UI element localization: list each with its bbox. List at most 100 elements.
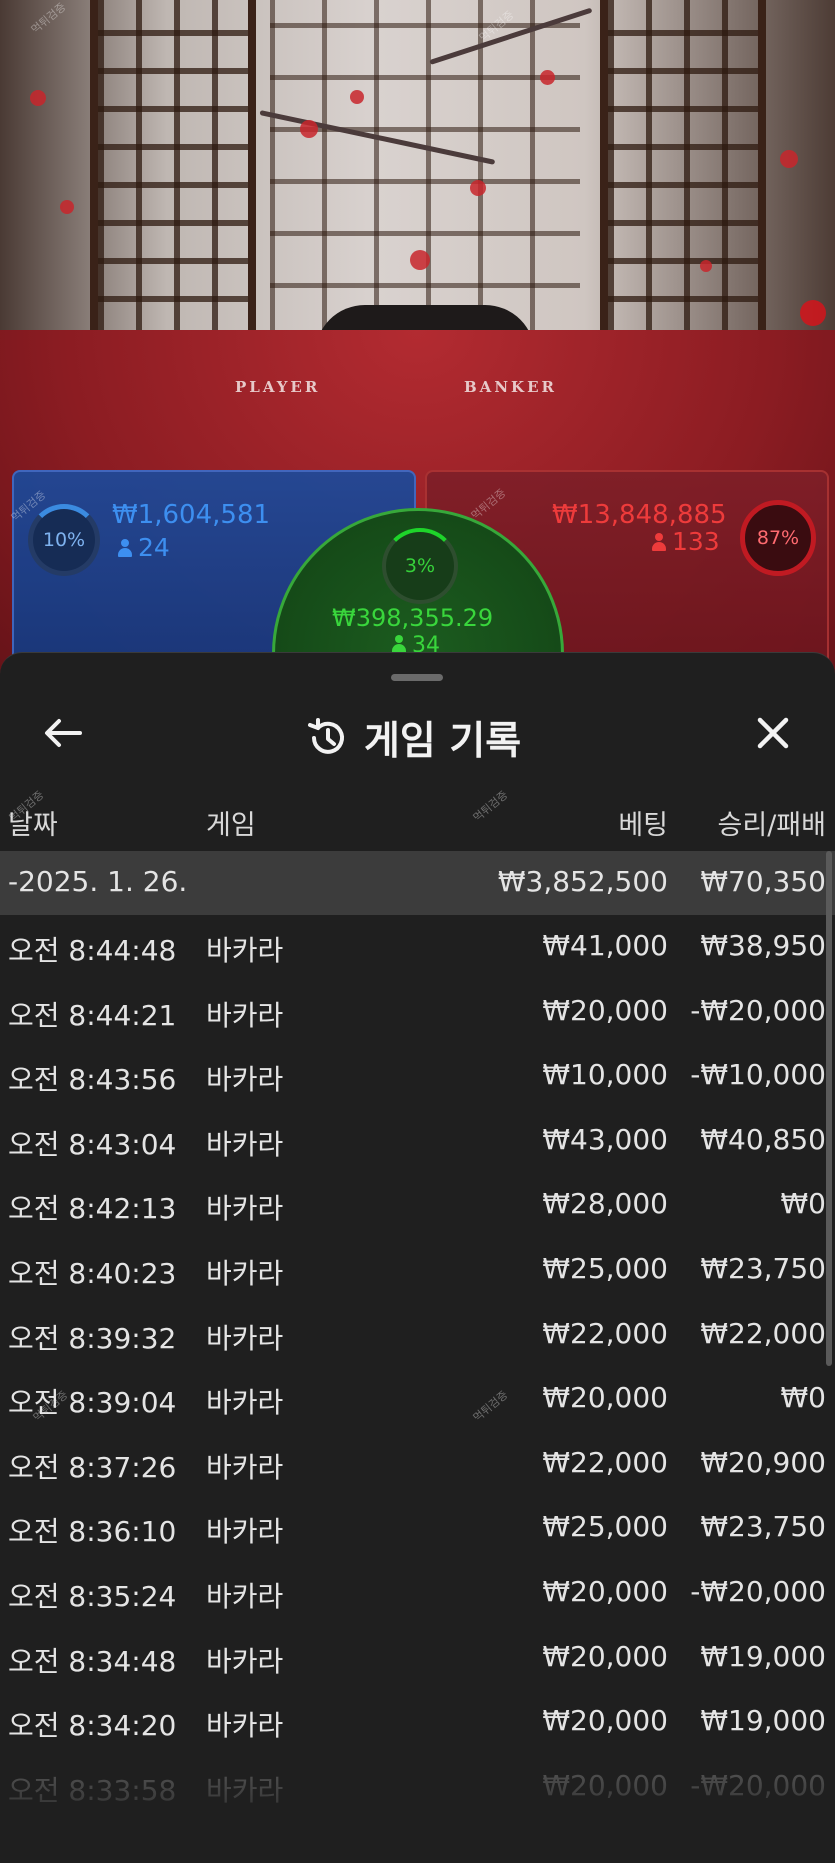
row-time: 오전 8:44:21 <box>8 998 177 1032</box>
blossom <box>780 150 798 168</box>
history-row[interactable]: 오전 8:40:23 바카라 ₩25,000 ₩23,750 <box>0 1238 835 1303</box>
player-count: 24 <box>118 533 170 562</box>
row-result: -₩10,000 <box>690 1058 826 1092</box>
live-table-video: PLAYER BANKER 10% ₩1,604,581 24 ₩13,848,… <box>0 0 835 700</box>
row-bet: ₩20,000 <box>542 1574 668 1608</box>
close-button[interactable] <box>748 708 798 758</box>
row-game: 바카라 <box>206 1644 284 1678</box>
group-bet-total: ₩3,852,500 <box>497 865 668 898</box>
history-row[interactable]: 오전 8:37:26 바카라 ₩22,000 ₩20,900 <box>0 1432 835 1497</box>
history-row[interactable]: 오전 8:34:48 바카라 ₩20,000 ₩19,000 <box>0 1626 835 1691</box>
row-time: 오전 8:36:10 <box>8 1515 177 1549</box>
person-icon <box>392 635 406 653</box>
row-game: 바카라 <box>206 1709 284 1743</box>
banker-percent: 87% <box>740 500 816 576</box>
history-icon <box>308 718 344 754</box>
history-row[interactable]: 오전 8:44:48 바카라 ₩41,000 ₩38,950 <box>0 915 835 980</box>
row-bet: ₩20,000 <box>542 1381 668 1415</box>
row-result: ₩38,950 <box>700 929 826 962</box>
row-result: ₩22,000 <box>700 1316 826 1350</box>
close-icon <box>757 717 789 749</box>
blossom <box>700 260 712 272</box>
sheet-title-text: 게임 기록 <box>364 719 522 764</box>
blossom <box>410 250 430 270</box>
row-bet: ₩22,000 <box>542 1316 668 1350</box>
blossom <box>30 90 46 106</box>
column-header-game: 게임 <box>206 810 256 841</box>
tie-percent: 3% <box>382 528 458 604</box>
history-row[interactable]: 오전 8:43:56 바카라 ₩10,000 -₩10,000 <box>0 1044 835 1109</box>
column-header-result: 승리/패배 <box>717 810 826 841</box>
row-result: ₩23,750 <box>700 1510 826 1544</box>
row-game: 바카라 <box>206 998 284 1032</box>
player-total-amount: ₩1,604,581 <box>112 500 271 530</box>
row-time: 오전 8:42:13 <box>8 1192 177 1226</box>
history-row[interactable]: 오전 8:44:21 바카라 ₩20,000 -₩20,000 <box>0 980 835 1045</box>
banker-count: 133 <box>652 527 720 556</box>
lattice-panel-right <box>600 0 766 340</box>
row-game: 바카라 <box>206 1127 284 1161</box>
row-bet: ₩20,000 <box>542 1768 668 1802</box>
row-bet: ₩20,000 <box>542 993 668 1027</box>
row-game: 바카라 <box>206 1515 284 1549</box>
history-row[interactable]: 오전 8:39:04 바카라 ₩20,000 ₩0 <box>0 1367 835 1432</box>
row-game: 바카라 <box>206 1579 284 1613</box>
banker-label: BANKER <box>464 378 557 396</box>
row-time: 오전 8:34:48 <box>8 1644 177 1678</box>
history-row[interactable]: 오전 8:39:32 바카라 ₩22,000 ₩22,000 <box>0 1303 835 1368</box>
row-game: 바카라 <box>206 1063 284 1097</box>
blossom <box>540 70 555 85</box>
history-row[interactable]: 오전 8:43:04 바카라 ₩43,000 ₩40,850 <box>0 1109 835 1174</box>
history-list[interactable]: -2025. 1. 26. ₩3,852,500 ₩70,350 오전 8:44… <box>0 851 835 1819</box>
row-time: 오전 8:39:32 <box>8 1321 177 1355</box>
history-row[interactable]: 오전 8:36:10 바카라 ₩25,000 ₩23,750 <box>0 1496 835 1561</box>
row-bet: ₩10,000 <box>542 1058 668 1092</box>
history-row[interactable]: 오전 8:33:58 바카라 ₩20,000 -₩20,000 <box>0 1755 835 1820</box>
row-bet: ₩25,000 <box>542 1251 668 1285</box>
history-row[interactable]: 오전 8:34:20 바카라 ₩20,000 ₩19,000 <box>0 1690 835 1755</box>
row-game: 바카라 <box>206 1386 284 1420</box>
blossom <box>300 120 318 138</box>
arrow-left-icon <box>45 719 82 747</box>
row-time: 오전 8:37:26 <box>8 1450 177 1484</box>
date-group-row[interactable]: -2025. 1. 26. ₩3,852,500 ₩70,350 <box>0 851 835 915</box>
blossom <box>60 200 74 214</box>
banker-count-value: 133 <box>672 527 720 556</box>
sheet-header: 게임 기록 <box>0 698 835 778</box>
row-bet: ₩41,000 <box>542 929 668 962</box>
row-bet: ₩20,000 <box>542 1704 668 1738</box>
player-count-value: 24 <box>138 533 170 562</box>
player-percent: 10% <box>28 504 100 576</box>
row-bet: ₩28,000 <box>542 1187 668 1221</box>
row-game: 바카라 <box>206 1450 284 1484</box>
row-result: ₩19,000 <box>700 1639 826 1673</box>
lattice-panel-center <box>270 0 580 340</box>
person-icon <box>652 533 666 551</box>
column-header-bet: 베팅 <box>618 810 668 841</box>
person-icon <box>118 539 132 557</box>
banker-total-amount: ₩13,848,885 <box>552 500 727 530</box>
row-result: ₩0 <box>780 1187 827 1221</box>
group-date: -2025. 1. 26. <box>8 865 188 898</box>
row-result: ₩19,000 <box>700 1704 826 1738</box>
blossom <box>800 300 826 326</box>
row-bet: ₩20,000 <box>542 1639 668 1673</box>
sheet-title: 게임 기록 <box>306 710 521 766</box>
row-result: -₩20,000 <box>690 1574 826 1608</box>
tie-total-amount: ₩398,355.29 <box>332 604 494 632</box>
row-bet: ₩43,000 <box>542 1122 668 1156</box>
history-row[interactable]: 오전 8:42:13 바카라 ₩28,000 ₩0 <box>0 1173 835 1238</box>
row-time: 오전 8:35:24 <box>8 1579 177 1613</box>
lattice-panel-left <box>90 0 256 340</box>
row-result: ₩23,750 <box>700 1251 826 1285</box>
row-game: 바카라 <box>206 1256 284 1290</box>
history-row[interactable]: 오전 8:35:24 바카라 ₩20,000 -₩20,000 <box>0 1561 835 1626</box>
column-headers: 날짜 게임 베팅 승리/패배 <box>0 803 835 843</box>
drag-handle[interactable] <box>391 674 443 681</box>
row-time: 오전 8:44:48 <box>8 934 177 967</box>
back-button[interactable] <box>38 708 88 758</box>
row-result: ₩20,900 <box>700 1445 826 1479</box>
blossom <box>470 180 486 196</box>
scrollbar[interactable] <box>826 851 832 1366</box>
group-result-total: ₩70,350 <box>700 865 826 898</box>
